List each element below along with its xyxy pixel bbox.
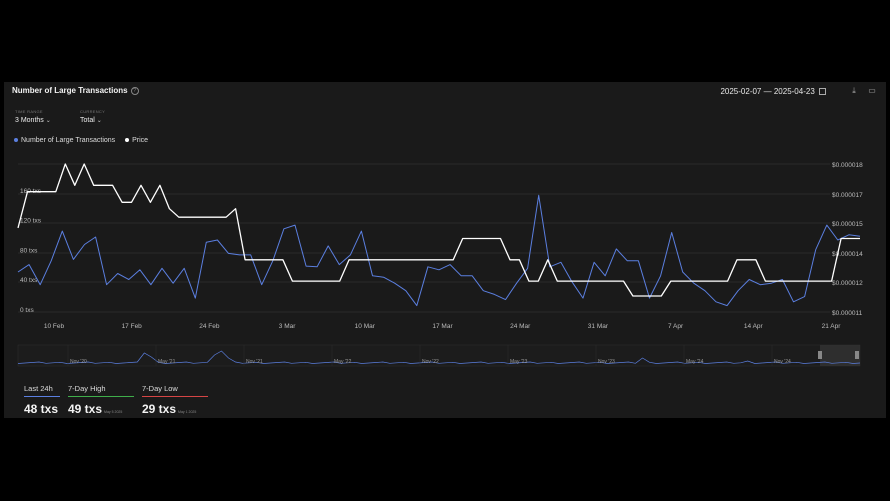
y-right-tick-label: $0.000017 <box>832 192 863 199</box>
navigator-handle-left <box>818 351 822 359</box>
stat-bar-blue <box>24 396 60 397</box>
navigator-label: May '23 <box>510 359 528 365</box>
series-line-transactions <box>17 194 861 307</box>
x-tick-label: 31 Mar <box>588 323 609 330</box>
x-tick-label: 17 Mar <box>432 323 453 330</box>
stat-7d-high: 7-Day High 49 txs May 5 2025 <box>68 384 134 418</box>
navigator-label: Nov '24 <box>774 359 791 365</box>
stat-sub: May 1 2025 <box>178 410 197 414</box>
navigator-label: Nov '22 <box>422 359 439 365</box>
x-tick-label: 24 Mar <box>510 323 531 330</box>
stat-value: 49 txs <box>68 402 103 416</box>
navigator-label: May '22 <box>334 359 352 365</box>
x-tick-label: 21 Apr <box>822 323 842 330</box>
stat-label: Last 24h <box>24 384 53 393</box>
chart-area: $0.000018$0.000017$0.000015$0.000014$0.0… <box>17 162 863 367</box>
y-right-tick-label: $0.000018 <box>832 162 863 169</box>
navigator-label: May '21 <box>158 359 176 365</box>
x-tick-label: 14 Apr <box>744 323 764 330</box>
x-tick-label: 3 Mar <box>279 323 296 330</box>
stat-bar-red <box>142 396 208 397</box>
x-tick-label: 7 Apr <box>668 323 684 330</box>
y-right-tick-label: $0.000011 <box>832 310 863 317</box>
stat-value: 29 txs <box>142 402 177 416</box>
chart-panel: Number of Large Transactions? 2025-02-07… <box>4 82 886 418</box>
stat-bar-green <box>68 396 134 397</box>
navigator <box>17 344 861 367</box>
stat-7d-low: 7-Day Low 29 txs May 1 2025 <box>142 384 208 418</box>
stat-label: 7-Day High <box>68 384 106 393</box>
y-left-tick-label: 120 txs <box>20 218 42 225</box>
stat-last-24h: Last 24h 48 txs <box>24 384 60 418</box>
navigator-label: Nov '23 <box>598 359 615 365</box>
navigator-handle-right <box>855 351 859 359</box>
stat-sub: May 5 2025 <box>104 410 123 414</box>
x-tick-label: 10 Mar <box>355 323 376 330</box>
y-left-tick-label: 40 txs <box>20 277 38 284</box>
y-left-tick-label: 0 txs <box>20 307 34 314</box>
navigator-label: Nov '20 <box>70 359 87 365</box>
navigator-label: May '24 <box>686 359 704 365</box>
x-tick-label: 24 Feb <box>199 323 220 330</box>
navigator-label: Nov '21 <box>246 359 263 365</box>
y-right-tick-label: $0.000012 <box>832 280 863 287</box>
y-left-tick-label: 80 txs <box>20 247 38 254</box>
x-tick-label: 10 Feb <box>44 323 65 330</box>
stat-label: 7-Day Low <box>142 384 178 393</box>
stat-value: 48 txs <box>24 402 59 416</box>
x-tick-label: 17 Feb <box>122 323 143 330</box>
y-right-tick-label: $0.000015 <box>832 221 863 228</box>
